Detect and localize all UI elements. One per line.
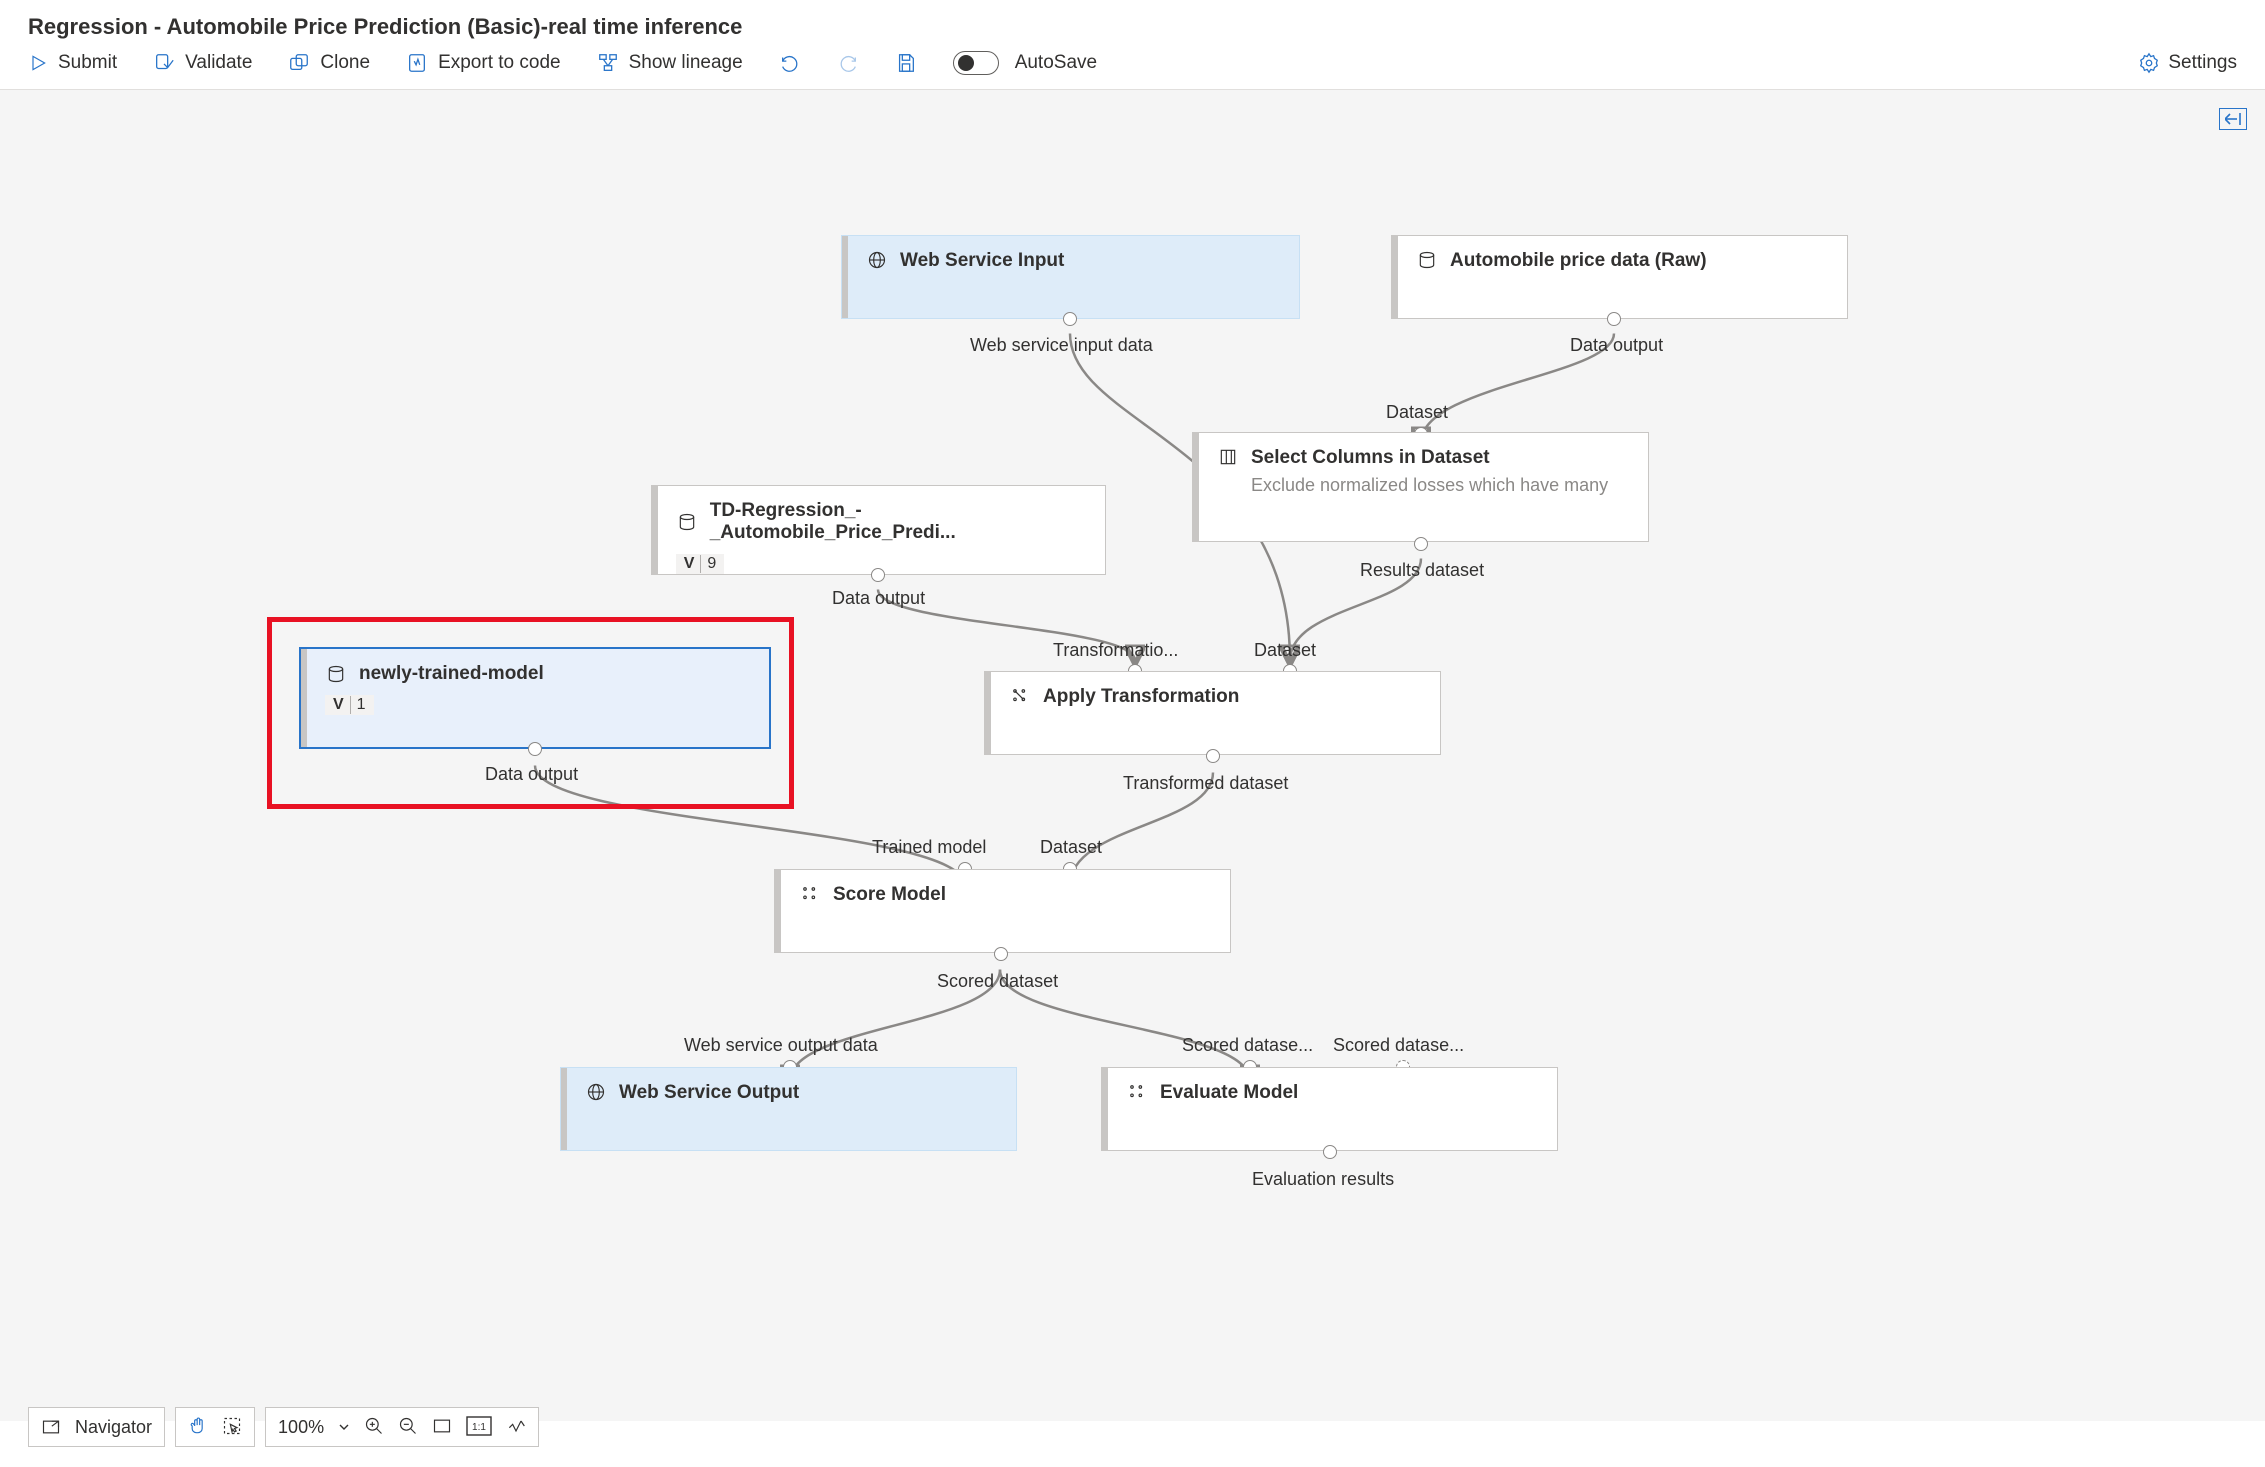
database-icon [676,512,698,532]
port-out[interactable] [528,742,542,756]
clone-icon [288,52,310,74]
port-label: Data output [832,588,925,609]
port-label: Scored datase... [1333,1035,1464,1056]
gear-icon [2138,52,2160,74]
port-out[interactable] [871,568,885,582]
zoom-in-button[interactable] [364,1416,384,1439]
show-lineage-button[interactable]: Show lineage [597,52,743,74]
fit-button[interactable] [432,1416,452,1439]
play-icon [28,53,48,73]
autolayout-button[interactable] [506,1416,526,1439]
page-title: Regression - Automobile Price Prediction… [0,0,2265,51]
pan-tool-button[interactable] [188,1416,208,1439]
port-label: Web service input data [970,335,1153,356]
columns-icon [1217,447,1239,467]
settings-button[interactable]: Settings [2138,52,2237,74]
port-label: Scored datase... [1182,1035,1313,1056]
port-out[interactable] [1063,312,1077,326]
port-out[interactable] [1414,537,1428,551]
node-newly-trained-model[interactable]: newly-trained-model V1 [300,648,770,748]
zoom-out-button[interactable] [398,1416,418,1439]
lineage-icon [597,52,619,74]
database-icon [325,664,347,684]
autosave-label: AutoSave [1015,52,1097,74]
toolbar: Submit Validate Clone Export to code Sho… [0,51,2265,90]
export-button[interactable]: Export to code [406,52,561,74]
node-score-model[interactable]: Score Model [774,869,1231,953]
port-label: Trained model [872,837,986,858]
node-apply-transformation[interactable]: Apply Transformation [984,671,1441,755]
save-icon [895,52,917,74]
autosave-toggle[interactable] [953,51,999,75]
globe-icon [585,1082,607,1102]
port-label: Evaluation results [1252,1169,1394,1190]
port-out[interactable] [1607,312,1621,326]
port-label: Dataset [1040,837,1102,858]
globe-icon [866,250,888,270]
export-icon [406,52,428,74]
save-button[interactable] [895,52,917,74]
footer-toolbar: Navigator 100% 1:1 [28,1407,549,1447]
validate-icon [153,52,175,74]
node-automobile-price-raw[interactable]: Automobile price data (Raw) [1391,235,1848,319]
port-out[interactable] [1323,1145,1337,1159]
port-label: Web service output data [684,1035,878,1056]
node-evaluate-model[interactable]: Evaluate Model [1101,1067,1558,1151]
undo-button[interactable] [779,52,801,74]
port-label: Transformatio... [1053,640,1178,661]
submit-button[interactable]: Submit [28,52,117,74]
port-label: Dataset [1386,402,1448,423]
zoom-level[interactable]: 100% [278,1417,324,1438]
navigator-icon [41,1417,61,1437]
port-label: Results dataset [1360,560,1484,581]
port-out[interactable] [994,947,1008,961]
port-label: Transformed dataset [1123,773,1288,794]
node-td-regression[interactable]: TD-Regression_-_Automobile_Price_Predi..… [651,485,1106,575]
actual-size-button[interactable]: 1:1 [466,1416,492,1439]
pipeline-canvas[interactable]: Web Service Input Web service input data… [0,90,2265,1421]
chevron-down-icon [338,1421,350,1433]
select-tool-button[interactable] [222,1416,242,1439]
expand-panel-button[interactable] [2219,108,2247,130]
port-label: Dataset [1254,640,1316,661]
version-badge: V1 [325,695,374,715]
redo-button [837,52,859,74]
port-label: Scored dataset [937,971,1058,992]
version-badge: V9 [676,554,725,574]
port-label: Data output [1570,335,1663,356]
undo-icon [779,52,801,74]
database-icon [1416,250,1438,270]
redo-icon [837,52,859,74]
svg-text:1:1: 1:1 [472,1422,486,1433]
score-icon [799,884,821,904]
port-label: Data output [485,764,578,785]
port-out[interactable] [1206,749,1220,763]
node-web-service-input[interactable]: Web Service Input [841,235,1300,319]
clone-button[interactable]: Clone [288,52,370,74]
navigator-button[interactable]: Navigator [75,1417,152,1438]
validate-button[interactable]: Validate [153,52,252,74]
node-web-service-output[interactable]: Web Service Output [560,1067,1017,1151]
transformation-icon [1009,686,1031,706]
node-select-columns[interactable]: Select Columns in Dataset Exclude normal… [1192,432,1649,542]
evaluate-icon [1126,1082,1148,1102]
